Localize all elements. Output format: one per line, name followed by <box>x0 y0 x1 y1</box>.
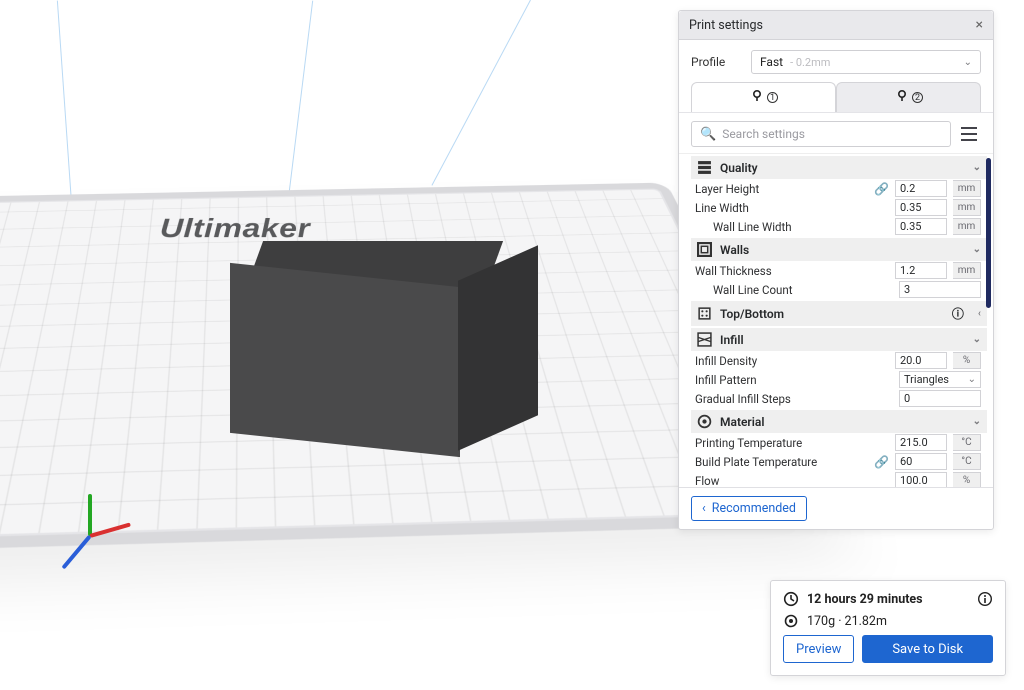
chevron-left-icon: ‹ <box>702 501 706 516</box>
profile-select[interactable]: Fast - 0.2mm ⌄ <box>751 50 981 74</box>
wall-line-width-input[interactable]: 0.35 <box>895 218 947 235</box>
section-material[interactable]: Material ⌄ <box>691 410 987 433</box>
estimated-time: 12 hours 29 minutes <box>807 592 923 607</box>
chevron-down-icon: ⌄ <box>973 416 981 427</box>
chevron-down-icon: ⌄ <box>968 374 976 385</box>
walls-icon <box>697 242 712 257</box>
save-to-disk-button[interactable]: Save to Disk <box>862 635 993 663</box>
settings-list[interactable]: Quality ⌄ Layer Height 🔗 0.2 mm Line Wid… <box>679 153 993 487</box>
clock-icon <box>783 591 799 607</box>
setting-label: Flow <box>695 474 889 488</box>
setting-label: Infill Density <box>695 354 889 368</box>
link-icon[interactable]: 🔗 <box>874 455 889 469</box>
section-quality[interactable]: Quality ⌄ <box>691 156 987 179</box>
flow-input[interactable]: 100.0 <box>895 472 947 487</box>
chevron-down-icon: ⌄ <box>973 334 981 345</box>
profile-hint: - 0.2mm <box>790 56 830 69</box>
setting-label: Printing Temperature <box>695 436 889 450</box>
extruder-icon <box>894 88 910 107</box>
setting-label: Gradual Infill Steps <box>695 392 893 406</box>
extruder-tab-2[interactable]: 2 <box>836 82 981 112</box>
search-icon: 🔍 <box>700 127 716 142</box>
panel-header: Print settings × <box>679 11 993 40</box>
chevron-down-icon: ⌄ <box>973 244 981 255</box>
chevron-down-icon: ⌄ <box>973 162 981 173</box>
build-volume-edge <box>431 0 530 186</box>
recommended-button[interactable]: ‹ Recommended <box>691 496 807 521</box>
settings-visibility-menu[interactable] <box>957 122 981 146</box>
quality-icon <box>697 160 712 175</box>
infill-density-input[interactable]: 20.0 <box>895 352 947 369</box>
info-icon[interactable]: ⓘ <box>952 305 964 322</box>
printer-brand: Ultimaker <box>159 214 311 244</box>
setting-label: Layer Height <box>695 182 868 196</box>
chevron-down-icon: ⌄ <box>964 57 972 68</box>
setting-label: Wall Line Width <box>695 220 889 234</box>
wall-line-count-input[interactable]: 3 <box>899 281 981 298</box>
wall-thickness-input[interactable]: 1.2 <box>895 262 947 279</box>
material-icon <box>697 414 712 429</box>
profile-value: Fast <box>760 55 783 69</box>
print-settings-panel: Print settings × Profile Fast - 0.2mm ⌄ … <box>678 10 994 530</box>
section-topbottom[interactable]: Top/Bottom ⓘ ‹ <box>691 301 987 326</box>
setting-label: Wall Line Count <box>695 283 893 297</box>
setting-label: Wall Thickness <box>695 264 889 278</box>
setting-label: Infill Pattern <box>695 373 893 387</box>
slice-summary-card: 12 hours 29 minutes 170g · 21.82m Previe… <box>770 580 1006 676</box>
spool-icon <box>783 613 799 629</box>
preview-button[interactable]: Preview <box>783 635 854 663</box>
setting-label: Build Plate Temperature <box>695 455 868 469</box>
build-plate-temperature-input[interactable]: 60 <box>895 453 947 470</box>
search-input[interactable]: 🔍 Search settings <box>691 121 951 147</box>
printing-temperature-input[interactable]: 215.0 <box>895 434 947 451</box>
gradual-infill-steps-input[interactable]: 0 <box>899 390 981 407</box>
info-icon[interactable] <box>977 591 993 607</box>
layer-height-input[interactable]: 0.2 <box>895 180 947 197</box>
profile-label: Profile <box>691 55 741 69</box>
section-walls[interactable]: Walls ⌄ <box>691 238 987 261</box>
link-icon[interactable]: 🔗 <box>874 182 889 196</box>
close-icon[interactable]: × <box>976 17 983 33</box>
topbottom-icon <box>697 306 712 321</box>
extruder-tab-1[interactable]: 1 <box>691 82 836 112</box>
infill-icon <box>697 332 712 347</box>
build-volume-edge <box>288 1 313 200</box>
section-infill[interactable]: Infill ⌄ <box>691 328 987 351</box>
material-estimate: 170g · 21.82m <box>807 614 887 629</box>
chevron-left-icon: ‹ <box>978 308 981 319</box>
infill-pattern-select[interactable]: Triangles ⌄ <box>899 371 981 388</box>
extruder-icon <box>749 88 765 107</box>
line-width-input[interactable]: 0.35 <box>895 199 947 216</box>
setting-label: Line Width <box>695 201 889 215</box>
panel-title: Print settings <box>689 18 763 33</box>
